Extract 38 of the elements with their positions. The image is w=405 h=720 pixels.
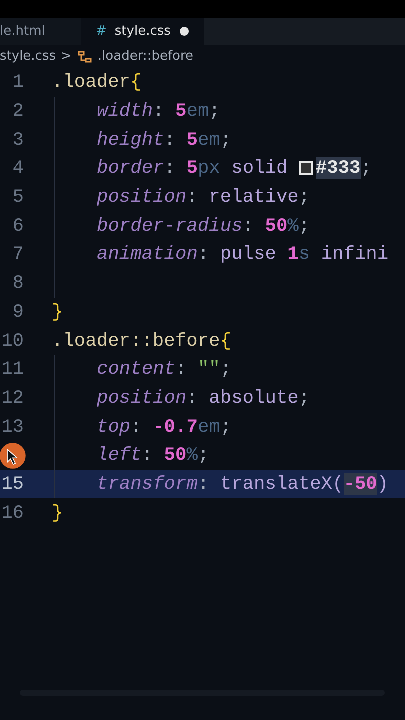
line-number: 4 xyxy=(12,157,24,180)
line-number: 2 xyxy=(12,100,24,122)
breadcrumb-file[interactable]: style.css xyxy=(0,49,56,64)
line-number: 7 xyxy=(12,243,24,266)
file-tab[interactable]: # style.css xyxy=(82,18,204,45)
code-line: content: ""; xyxy=(97,358,232,380)
code-line: left: 50%; xyxy=(97,444,210,466)
line-number: 10 xyxy=(0,330,24,352)
code-line: position: relative; xyxy=(97,186,310,208)
code-line: height: 5em; xyxy=(97,128,232,151)
line-number: 1 xyxy=(12,71,24,94)
line-number: 5 xyxy=(12,186,24,208)
line-number: 6 xyxy=(12,214,24,237)
line-number: 9 xyxy=(12,300,24,323)
code-line: position: absolute; xyxy=(97,386,310,409)
line-number: 15 xyxy=(0,472,24,495)
line-number: 13 xyxy=(0,416,24,438)
code-line: } xyxy=(52,502,64,524)
color-swatch-icon[interactable] xyxy=(298,161,313,176)
symbol-icon xyxy=(76,48,93,64)
code-line: border-radius: 50%; xyxy=(97,214,310,237)
line-number: 16 xyxy=(0,502,24,524)
breadcrumb-symbol[interactable]: .loader::before xyxy=(98,49,194,64)
file-tab[interactable]: le.html xyxy=(0,18,82,45)
line-number: 12 xyxy=(0,386,24,409)
breadcrumb-separator: > xyxy=(61,49,72,64)
code-line: animation: pulse 1s infini xyxy=(97,243,389,266)
code-line: width: 5em; xyxy=(97,100,220,122)
code-line: .loader{ xyxy=(52,71,142,94)
code-line: border: 5px solid xyxy=(97,157,289,180)
code-line: top: -0.7em; xyxy=(97,416,232,438)
code-line: } xyxy=(52,300,64,323)
code-line: transform: translateX(-50) xyxy=(97,472,389,495)
code-line: .loader::before{ xyxy=(52,330,232,352)
line-number: 11 xyxy=(0,358,24,380)
line-number: 3 xyxy=(12,128,24,151)
css-file-icon: # xyxy=(96,24,107,39)
line-number: 8 xyxy=(12,272,24,294)
